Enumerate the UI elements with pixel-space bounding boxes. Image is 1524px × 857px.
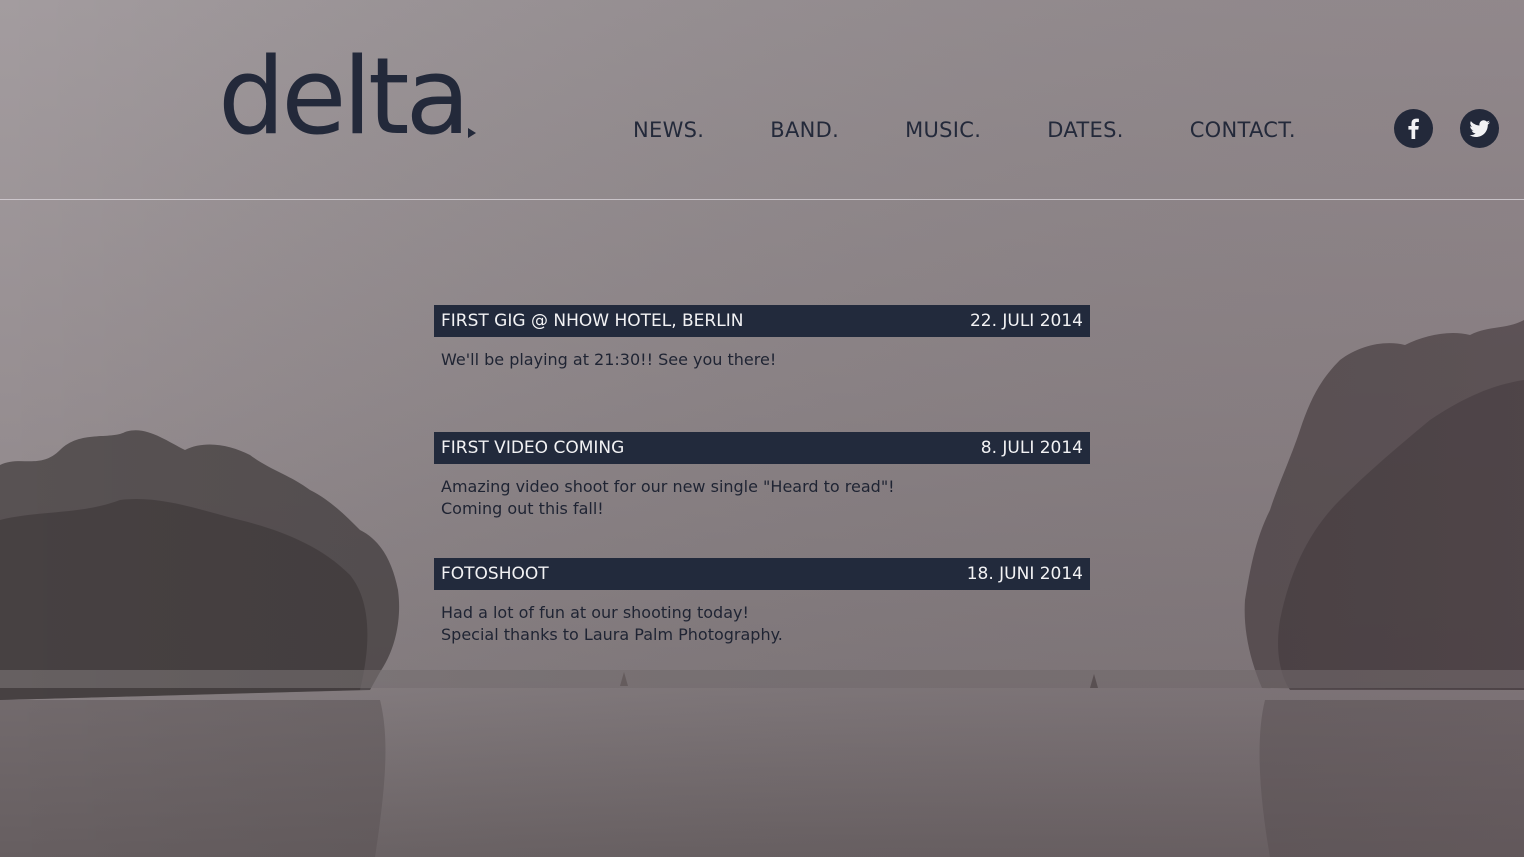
- news-item: FOTOSHOOT 18. JUNI 2014 Had a lot of fun…: [434, 558, 1090, 646]
- news-item: FIRST GIG @ NHOW HOTEL, BERLIN 22. JULI …: [434, 305, 1090, 432]
- news-text-line: Had a lot of fun at our shooting today!: [441, 603, 749, 622]
- news-date: 18. JUNI 2014: [966, 564, 1083, 584]
- news-item: FIRST VIDEO COMING 8. JULI 2014 Amazing …: [434, 432, 1090, 558]
- news-body: Amazing video shoot for our new single "…: [434, 464, 1090, 520]
- nav-link-dates[interactable]: DATES.: [1047, 118, 1123, 142]
- news-title: FOTOSHOOT: [441, 564, 549, 584]
- news-headline-bar[interactable]: FIRST GIG @ NHOW HOTEL, BERLIN 22. JULI …: [434, 305, 1090, 337]
- main-nav: NEWS. BAND. MUSIC. DATES. CONTACT.: [633, 118, 1296, 142]
- logo[interactable]: delta: [218, 30, 477, 158]
- news-title: FIRST VIDEO COMING: [441, 438, 625, 458]
- news-title: FIRST GIG @ NHOW HOTEL, BERLIN: [441, 311, 744, 331]
- news-date: 8. JULI 2014: [980, 438, 1083, 458]
- news-date: 22. JULI 2014: [969, 311, 1083, 331]
- nav-link-news[interactable]: NEWS.: [633, 118, 704, 142]
- news-headline-bar[interactable]: FOTOSHOOT 18. JUNI 2014: [434, 558, 1090, 590]
- nav-link-band[interactable]: BAND.: [770, 118, 839, 142]
- news-text-line: Special thanks to Laura Palm Photography…: [441, 625, 783, 644]
- twitter-glyph: [1469, 120, 1490, 137]
- news-text-line: Amazing video shoot for our new single "…: [441, 477, 895, 496]
- news-text-line: We'll be playing at 21:30!! See you ther…: [441, 350, 777, 369]
- news-headline-bar[interactable]: FIRST VIDEO COMING 8. JULI 2014: [434, 432, 1090, 464]
- news-body: Had a lot of fun at our shooting today! …: [434, 590, 1090, 646]
- twitter-icon[interactable]: [1460, 109, 1499, 148]
- news-text-line: Coming out this fall!: [441, 499, 604, 518]
- news-body: We'll be playing at 21:30!! See you ther…: [434, 337, 1090, 371]
- site-header: delta NEWS. BAND. MUSIC. DATES. CONTACT.: [0, 0, 1524, 200]
- nav-link-music[interactable]: MUSIC.: [905, 118, 981, 142]
- logo-arrow-icon: [468, 128, 477, 138]
- facebook-glyph: [1408, 118, 1419, 139]
- logo-text: delta: [218, 35, 470, 158]
- nav-link-contact[interactable]: CONTACT.: [1190, 118, 1296, 142]
- news-list: FIRST GIG @ NHOW HOTEL, BERLIN 22. JULI …: [434, 305, 1090, 646]
- facebook-icon[interactable]: [1394, 109, 1433, 148]
